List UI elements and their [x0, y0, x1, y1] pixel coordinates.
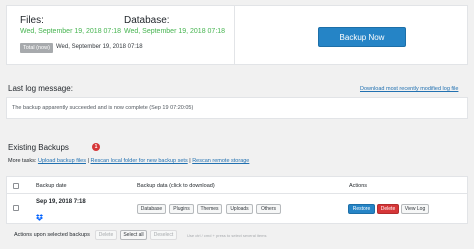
files-label: Files: — [20, 15, 44, 26]
backup-count-badge: 1 — [92, 143, 100, 151]
bulk-actions-label: Actions upon selected backups — [14, 232, 90, 238]
more-tasks-label: More tasks: — [8, 158, 37, 164]
download-database-button[interactable]: Database — [137, 204, 166, 214]
database-label: Database: — [124, 15, 170, 26]
separator: | — [189, 158, 191, 164]
download-plugins-button[interactable]: Plugins — [169, 204, 194, 214]
last-log-title: Last log message: — [8, 84, 73, 93]
dropbox-icon — [36, 208, 43, 221]
upload-backup-files-link[interactable]: Upload backup files — [38, 158, 86, 164]
rescan-remote-storage-link[interactable]: Rescan remote storage — [192, 158, 249, 164]
last-log-message: The backup apparently succeeded and is n… — [12, 105, 194, 111]
row-select-checkbox[interactable] — [13, 205, 19, 211]
backup-row-date: Sep 19, 2018 7:18 — [36, 199, 86, 205]
download-uploads-button[interactable]: Uploads — [226, 204, 253, 214]
download-log-link[interactable]: Download most recently modified log file — [360, 86, 458, 92]
selection-hint: Use ctrl / cmd + press to select several… — [187, 233, 267, 238]
bulk-delete-button[interactable]: Delete — [95, 230, 117, 240]
view-log-button[interactable]: View Log — [401, 204, 429, 214]
column-header-actions: Actions — [349, 183, 368, 189]
column-header-date: Backup date — [36, 183, 67, 189]
download-others-button[interactable]: Others — [256, 204, 281, 214]
total-now-tag: Total (now) — [20, 43, 53, 53]
total-now-date: Wed, September 19, 2018 07:18 — [56, 44, 143, 50]
status-divider — [234, 5, 235, 65]
existing-backups-title: Existing Backups — [8, 143, 69, 152]
separator: | — [87, 158, 89, 164]
column-header-data: Backup data (click to download) — [137, 183, 215, 189]
database-last-backup-date: Wed, September 19, 2018 07:18 — [124, 28, 226, 35]
rescan-local-folder-link[interactable]: Rescan local folder for new backup sets — [90, 158, 187, 164]
files-last-backup-date: Wed, September 19, 2018 07:18 — [20, 28, 122, 35]
select-all-button[interactable]: Select all — [120, 230, 147, 240]
delete-button[interactable]: Delete — [377, 204, 399, 214]
select-all-checkbox[interactable] — [13, 183, 19, 189]
deselect-button[interactable]: Deselect — [150, 230, 177, 240]
more-tasks-row: More tasks: Upload backup files | Rescan… — [8, 158, 249, 164]
restore-button[interactable]: Restore — [348, 204, 375, 214]
download-themes-button[interactable]: Themes — [197, 204, 222, 214]
header-divider — [6, 193, 468, 194]
backup-now-button[interactable]: Backup Now — [318, 27, 406, 47]
